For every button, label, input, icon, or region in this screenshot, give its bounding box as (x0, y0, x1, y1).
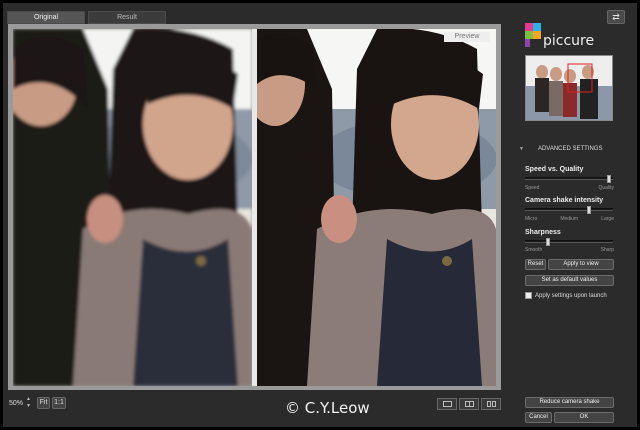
speed-quality-slider-thumb[interactable] (607, 175, 611, 183)
scale-max-label: Sharp (600, 247, 614, 253)
refresh-icon: ⇄ (612, 12, 620, 22)
split-view-icon (464, 401, 474, 407)
scale-mid-label: Medium (560, 216, 579, 222)
apply-to-view-button[interactable]: Apply to view (548, 259, 614, 270)
chevron-down-icon[interactable]: ▼ (25, 403, 32, 410)
scale-min-label: Smooth (525, 247, 543, 253)
tab-result[interactable]: Result (88, 11, 166, 24)
apply-on-launch-label: Apply settings upon launch (535, 292, 607, 299)
piccure-logo-icon (525, 23, 541, 47)
actual-size-button[interactable]: 1:1 (52, 397, 66, 409)
shake-intensity-label: Camera shake intensity (525, 197, 604, 204)
reduce-camera-shake-button[interactable]: Reduce camera shake (525, 397, 614, 408)
split-view-button[interactable] (459, 398, 479, 410)
brand-name: piccure (543, 33, 595, 49)
single-view-icon (442, 401, 452, 407)
navigator-thumbnail[interactable] (525, 55, 613, 121)
speed-quality-slider[interactable] (525, 175, 613, 183)
fit-button[interactable]: Fit (37, 397, 50, 409)
disclosure-triangle-icon: ▼ (519, 146, 524, 152)
side-by-side-button[interactable] (481, 398, 501, 410)
result-photo: Preview (257, 29, 496, 386)
tab-original[interactable]: Original (7, 11, 85, 24)
side-by-side-icon (486, 401, 496, 407)
shake-intensity-slider[interactable] (525, 206, 613, 214)
preview-badge: Preview (444, 32, 490, 42)
preview-canvas[interactable]: Preview (8, 24, 501, 390)
copyright-watermark: © C.Y.Leow (285, 399, 370, 417)
scale-min-label: Micro (525, 216, 538, 222)
reset-button[interactable]: Reset (525, 259, 546, 270)
advanced-settings-toggle[interactable]: ▼ ADVANCED SETTINGS (519, 146, 619, 152)
sharpness-scale: Smooth Sharp (525, 247, 614, 253)
sharpness-slider[interactable] (525, 238, 613, 246)
cancel-button[interactable]: Cancel (525, 412, 552, 423)
refresh-button[interactable]: ⇄ (607, 10, 625, 24)
checkbox-box[interactable] (525, 292, 532, 299)
view-mode-group (437, 398, 503, 410)
scale-max-label: Large (601, 216, 614, 222)
chevron-up-icon[interactable]: ▲ (25, 396, 32, 403)
apply-on-launch-checkbox[interactable]: Apply settings upon launch (525, 292, 607, 299)
speed-quality-label: Speed vs. Quality (525, 166, 584, 173)
sharpness-label: Sharpness (525, 229, 561, 236)
ok-button[interactable]: OK (554, 412, 614, 423)
single-view-button[interactable] (437, 398, 457, 410)
shake-intensity-scale: Micro Medium Large (525, 216, 614, 222)
scale-min-label: Speed (525, 185, 540, 191)
set-defaults-button[interactable]: Set as default values (525, 275, 614, 286)
advanced-settings-label: ADVANCED SETTINGS (537, 146, 603, 152)
view-tabs: Original Result (7, 11, 169, 25)
sharpness-slider-thumb[interactable] (546, 238, 550, 246)
zoom-level: 50% (9, 400, 24, 407)
app-window: Original Result ⇄ Preview 50% ▲ ▼ Fit 1:… (0, 0, 640, 430)
scale-max-label: Quality (598, 185, 614, 191)
zoom-stepper[interactable]: ▲ ▼ (25, 396, 32, 410)
speed-quality-scale: Speed Quality (525, 185, 614, 191)
shake-intensity-slider-thumb[interactable] (587, 206, 591, 214)
original-photo (13, 29, 252, 386)
